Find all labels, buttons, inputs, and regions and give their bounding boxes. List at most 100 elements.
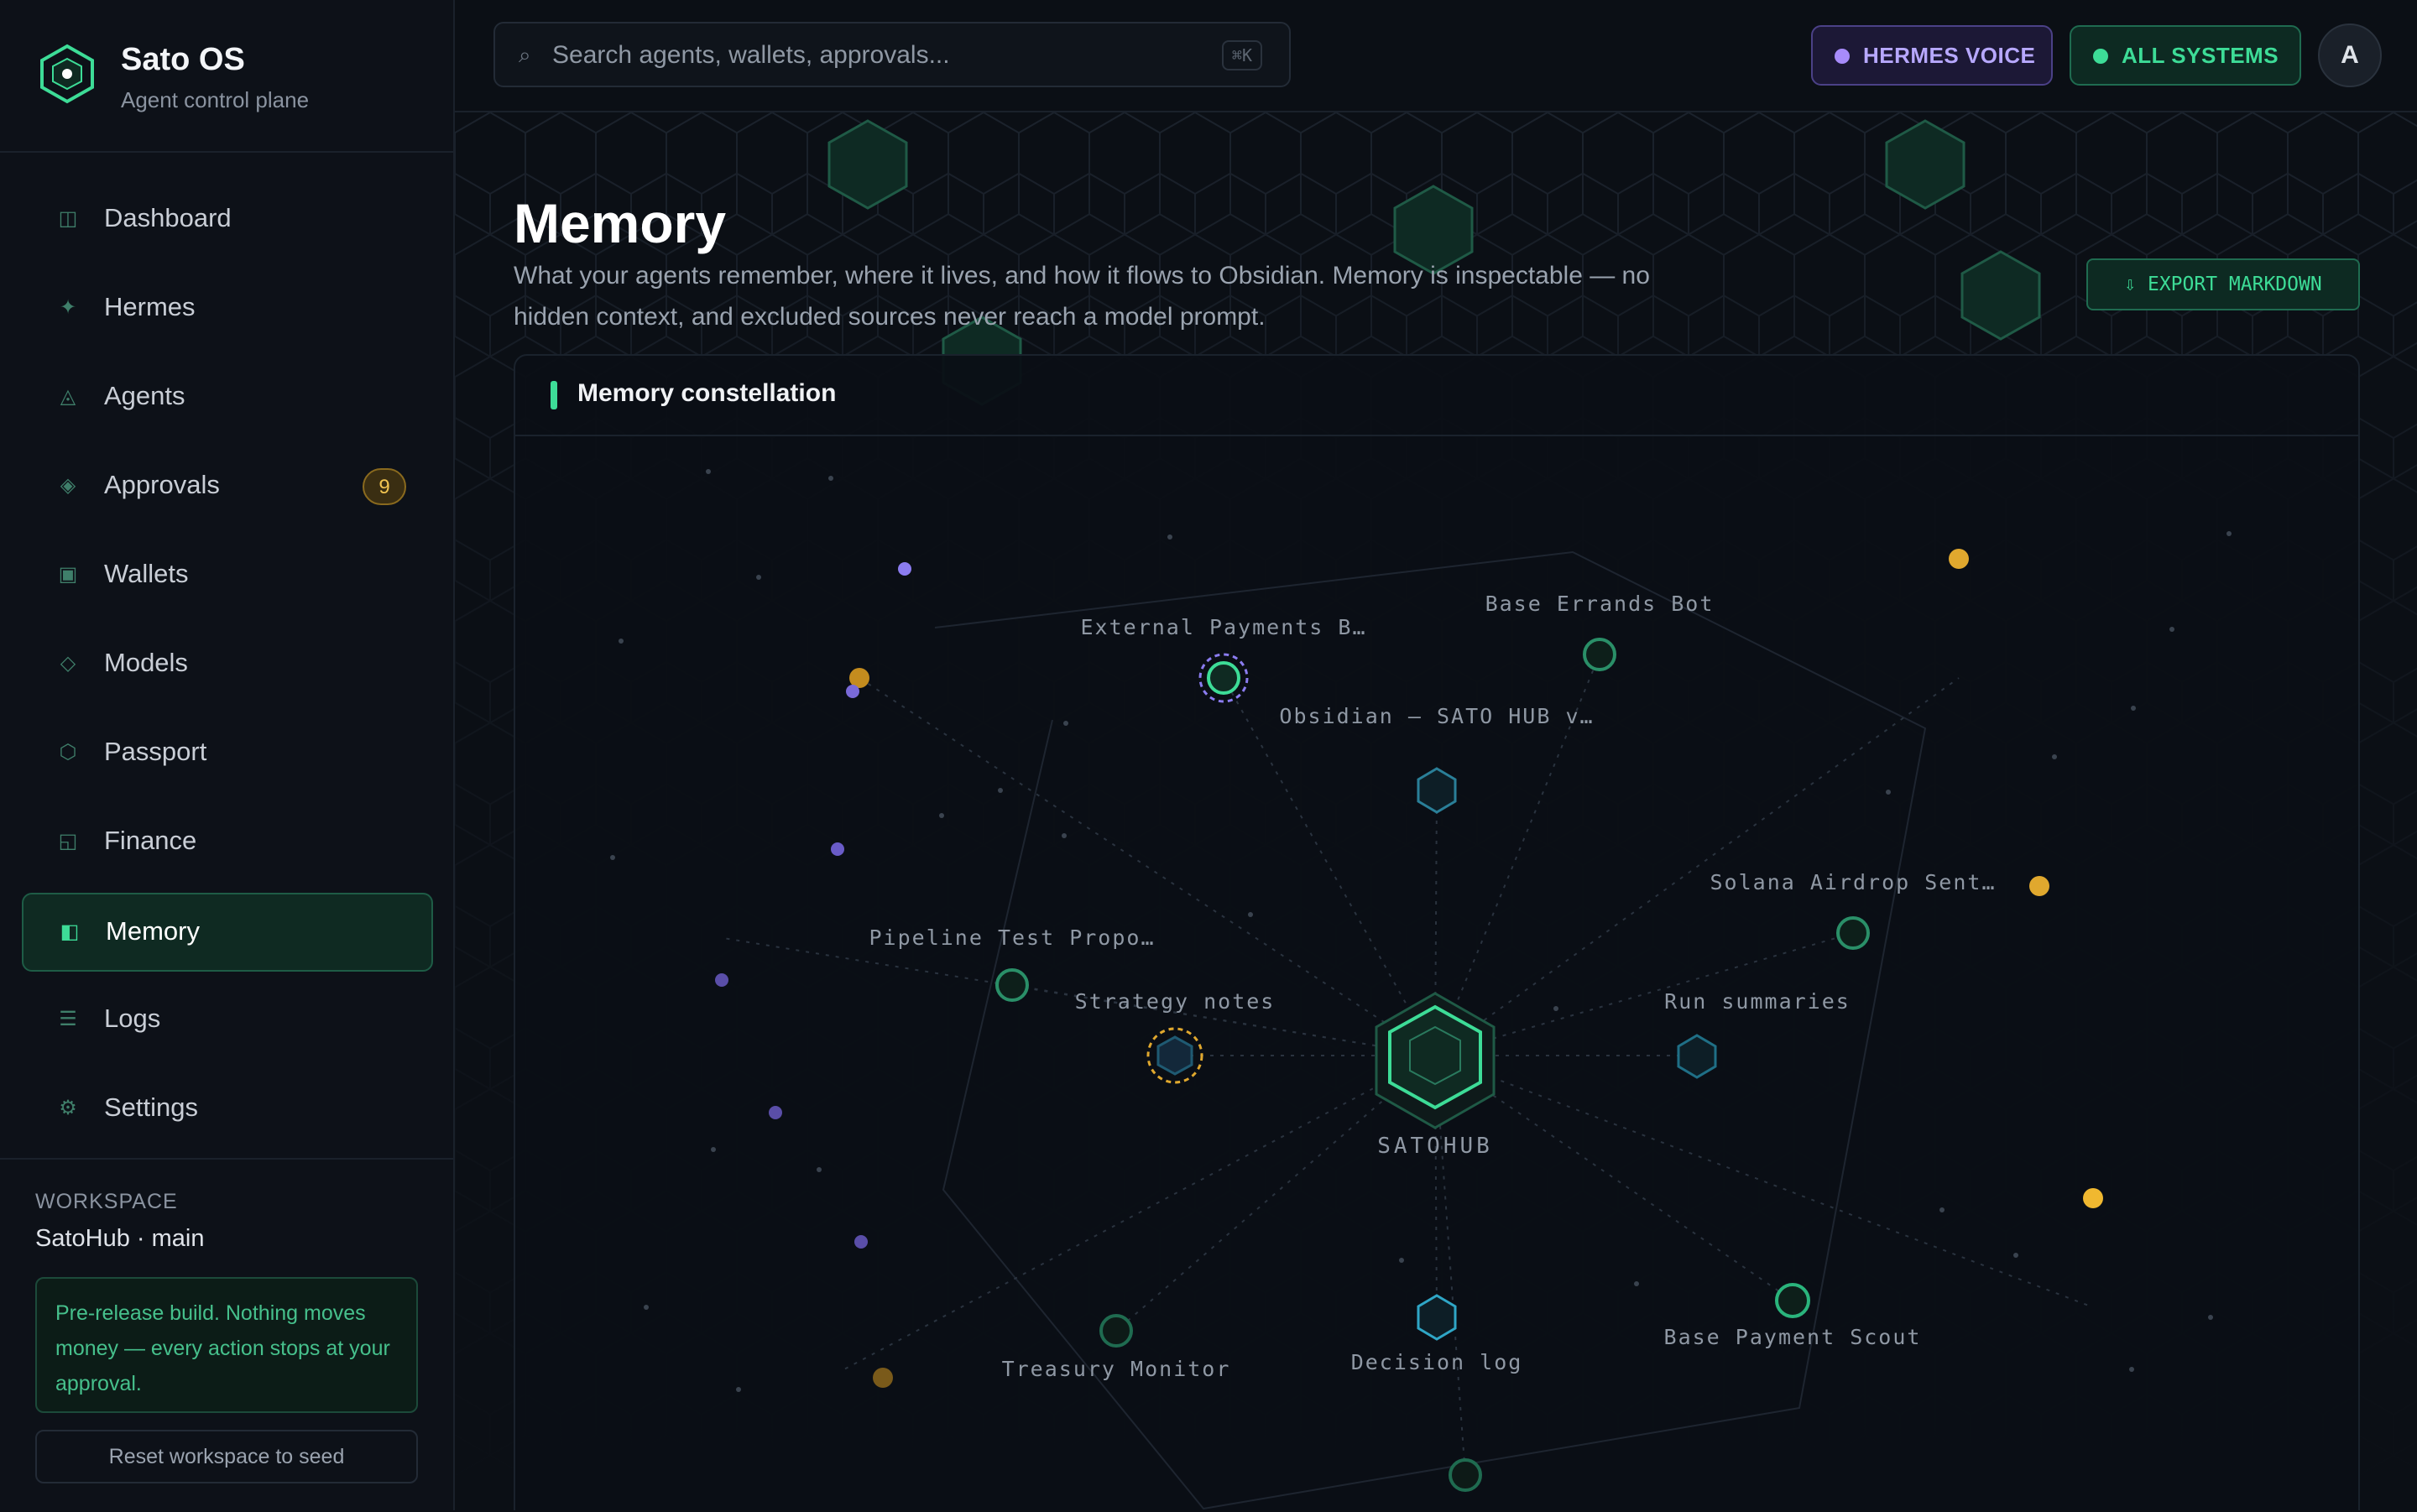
- node-label: Base Payment Scout: [1664, 1325, 1922, 1349]
- diamond-icon: ◈: [60, 474, 76, 497]
- memory-hex: [1417, 1294, 1457, 1341]
- agent-dot: [1583, 638, 1616, 671]
- panel-title: Memory constellation: [577, 379, 837, 407]
- star: [619, 639, 624, 644]
- satohub-node[interactable]: SATOHUB: [1375, 992, 1496, 1159]
- nav-item-hermes[interactable]: ✦ Hermes: [22, 270, 433, 349]
- star: [817, 1167, 822, 1172]
- brand-header: Sato OS Agent control plane: [0, 0, 453, 153]
- systems-status-dot: [2093, 49, 2108, 64]
- hexagon-icon: ⬡: [59, 741, 77, 764]
- panel-accent-bar: [551, 381, 557, 409]
- memory-node-decision-log[interactable]: Decision log: [1351, 1294, 1523, 1374]
- nav-label: Approvals: [104, 470, 220, 499]
- edge: [1434, 1055, 2094, 1308]
- star: [2013, 1253, 2018, 1258]
- nav-item-models[interactable]: ◇ Models: [22, 626, 433, 705]
- agent-node-base-payment-scout[interactable]: Base Payment Scout: [1664, 1283, 1922, 1349]
- nav-item-agents[interactable]: ◬ Agents: [22, 359, 433, 438]
- prerelease-notice: Pre-release build. Nothing moves money —…: [35, 1277, 418, 1413]
- triangle-icon: ◬: [60, 385, 76, 408]
- star: [1886, 790, 1891, 795]
- page-title: Memory: [514, 192, 727, 255]
- memory-node-strategy-notes[interactable]: Strategy notes: [1075, 989, 1276, 1084]
- agent-dot: [1099, 1314, 1133, 1348]
- star: [1553, 1006, 1558, 1011]
- memory-constellation-panel: Memory constellation SATOHUB External Pa…: [514, 354, 2360, 1510]
- nav-label: Logs: [104, 1004, 161, 1033]
- memory-constellation-graph[interactable]: SATOHUB External Payments B… Base Errand…: [515, 435, 2358, 1510]
- star: [2169, 627, 2174, 632]
- nav-item-logs[interactable]: ☰ Logs: [22, 982, 433, 1061]
- sparkle-icon: ✦: [59, 296, 77, 319]
- search-input[interactable]: [551, 35, 1192, 76]
- star: [610, 855, 615, 860]
- star: [644, 1305, 649, 1310]
- node-label: Decision log: [1351, 1350, 1523, 1374]
- agent-node-unlabeled[interactable]: [1449, 1458, 1482, 1492]
- sidebar: Sato OS Agent control plane ◫ Dashboard …: [0, 0, 455, 1510]
- star: [1167, 534, 1172, 540]
- star: [2131, 706, 2136, 711]
- page-description: What your agents remember, where it live…: [514, 262, 1650, 331]
- star: [2208, 1315, 2213, 1320]
- nav-item-dashboard[interactable]: ◫ Dashboard: [22, 181, 433, 260]
- node-label: Run summaries: [1664, 989, 1851, 1014]
- agent-node-solana-airdrop[interactable]: Solana Airdrop Sent…: [1710, 870, 1996, 950]
- node-label: Base Errands Bot: [1485, 592, 1715, 616]
- memory-hex: [1677, 1034, 1717, 1079]
- diamond-outline-icon: ◇: [60, 652, 76, 675]
- nav-item-wallets[interactable]: ▣ Wallets: [22, 537, 433, 616]
- agent-dot: [1836, 916, 1870, 950]
- star: [1248, 912, 1253, 917]
- star: [998, 788, 1003, 793]
- vault-hex: [1417, 767, 1457, 814]
- shortcut-hint: ⌘K: [1221, 40, 1262, 70]
- brand-subtitle: Agent control plane: [121, 87, 310, 112]
- violet-dot: [898, 562, 911, 576]
- vault-node-obsidian[interactable]: Obsidian — SATO HUB v…: [1279, 704, 1594, 814]
- memory-node-run-summaries[interactable]: Run summaries: [1664, 989, 1851, 1079]
- memory-hex: [1156, 1035, 1193, 1076]
- nav-label: Models: [104, 648, 188, 677]
- main-content: Memory What your agents remember, where …: [455, 112, 2417, 1510]
- user-avatar[interactable]: A: [2318, 23, 2382, 87]
- list-icon: ☰: [59, 1008, 77, 1030]
- star: [706, 469, 711, 474]
- star: [2129, 1367, 2134, 1372]
- finance-icon: ◱: [58, 830, 78, 852]
- node-label: Treasury Monitor: [1002, 1357, 1231, 1381]
- nav-item-settings[interactable]: ⚙ Settings: [22, 1071, 433, 1150]
- node-label: Pipeline Test Propo…: [869, 925, 1155, 950]
- star: [1062, 833, 1067, 838]
- nav-item-approvals[interactable]: ◈ Approvals 9: [22, 448, 433, 527]
- export-markdown-button[interactable]: ⇩ EXPORT MARKDOWN: [2086, 258, 2360, 310]
- search-icon: ⌕: [519, 42, 531, 67]
- star-field: [610, 469, 2232, 1392]
- agent-node-base-errands-bot[interactable]: Base Errands Bot: [1485, 592, 1715, 671]
- violet-dot: [769, 1106, 782, 1119]
- hermes-voice-button[interactable]: HERMES VOICE: [1811, 25, 2053, 86]
- all-systems-status[interactable]: ALL SYSTEMS: [2070, 25, 2301, 86]
- search-box[interactable]: ⌕ ⌘K: [493, 22, 1291, 87]
- hermes-voice-label: HERMES VOICE: [1863, 43, 2036, 68]
- star: [1399, 1258, 1404, 1263]
- violet-dot: [715, 973, 728, 987]
- hub-label: SATOHUB: [1377, 1134, 1493, 1159]
- star: [736, 1387, 741, 1392]
- reset-workspace-button[interactable]: Reset workspace to seed: [35, 1430, 418, 1483]
- node-label: External Payments B…: [1080, 615, 1366, 639]
- agent-node-external-payments[interactable]: External Payments B…: [1080, 615, 1366, 703]
- gear-icon: ⚙: [59, 1097, 77, 1119]
- nav-label: Wallets: [104, 559, 189, 588]
- nav-item-memory[interactable]: ◧ Memory: [22, 893, 433, 972]
- star: [2226, 531, 2232, 536]
- dashboard-icon: ◫: [58, 207, 78, 230]
- star: [1939, 1207, 1945, 1212]
- workspace-name: SatoHub · main: [35, 1225, 205, 1252]
- panel-header: Memory constellation: [515, 356, 2358, 436]
- nav-item-passport[interactable]: ⬡ Passport: [22, 715, 433, 794]
- agent-node-treasury-monitor[interactable]: Treasury Monitor: [1002, 1314, 1231, 1381]
- nav-item-finance[interactable]: ◱ Finance: [22, 804, 433, 883]
- star: [2052, 754, 2057, 759]
